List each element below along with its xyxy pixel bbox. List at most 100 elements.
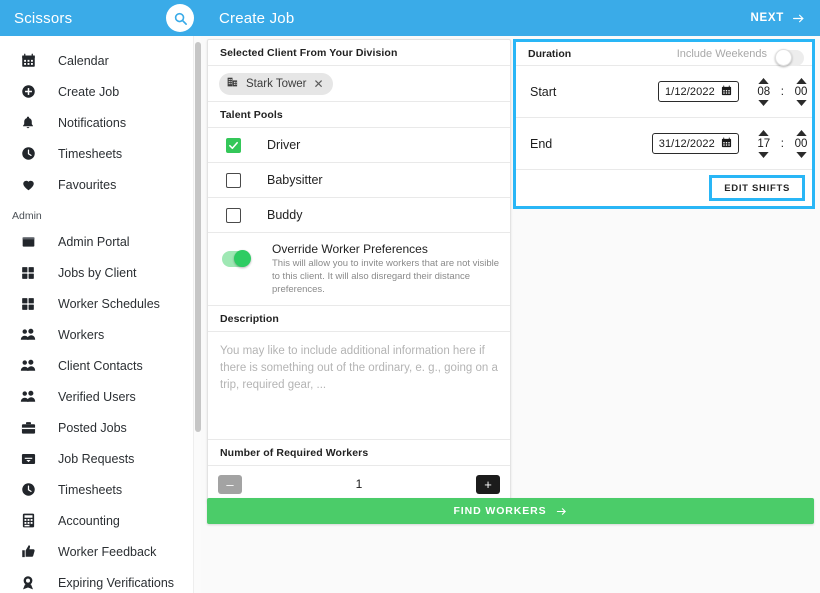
sidebar-item-label: Timesheets (58, 483, 122, 497)
start-hour-value: 08 (757, 86, 770, 98)
duration-panel-highlight: Duration Include Weekends Start 1/12/202… (513, 39, 815, 209)
window-icon (16, 230, 40, 254)
clock-icon (16, 142, 40, 166)
end-hour-value: 17 (757, 138, 770, 150)
plus-circle-icon (16, 80, 40, 104)
calendar-icon (721, 83, 732, 101)
clock-icon (16, 478, 40, 502)
chevron-down-icon[interactable] (758, 152, 769, 158)
next-button[interactable]: NEXT (751, 0, 806, 36)
checkbox-driver[interactable] (226, 138, 241, 153)
client-chip-label: Stark Tower (246, 78, 307, 90)
sidebar-item-client-contacts[interactable]: Client Contacts (0, 350, 193, 381)
decrement-workers-button[interactable]: – (218, 475, 242, 494)
start-minute-value: 00 (795, 86, 808, 98)
sidebar-item-workers[interactable]: Workers (0, 319, 193, 350)
start-date-value: 1/12/2022 (665, 86, 715, 98)
selected-client-row: Stark Tower ✕ (208, 66, 510, 102)
start-row: Start 1/12/2022 (516, 66, 812, 118)
close-icon[interactable]: ✕ (314, 78, 324, 90)
people-icon (16, 323, 40, 347)
sidebar-item-timesheets[interactable]: Timesheets (0, 138, 193, 169)
edit-shifts-button[interactable]: EDIT SHIFTS (712, 178, 802, 198)
override-preferences-row: Override Worker Preferences This will al… (208, 233, 510, 306)
sidebar-item-label: Worker Feedback (58, 545, 156, 559)
calculator-icon (16, 509, 40, 533)
start-date-input[interactable]: 1/12/2022 (658, 81, 739, 102)
duration-header: Duration Include Weekends (516, 42, 812, 66)
search-icon (173, 11, 188, 26)
start-time-separator: : (781, 86, 784, 98)
grid-icon (16, 261, 40, 285)
sidebar-item-favourites[interactable]: Favourites (0, 169, 193, 200)
app-brand: Scissors (14, 10, 72, 27)
sidebar-item-label: Timesheets (58, 147, 122, 161)
description-placeholder: You may like to include additional infor… (220, 343, 498, 393)
sidebar-item-verified-users[interactable]: Verified Users (0, 381, 193, 412)
next-button-label: NEXT (751, 12, 784, 24)
client-chip-stark-tower[interactable]: Stark Tower ✕ (219, 73, 333, 95)
include-weekends-toggle[interactable] (776, 50, 804, 66)
sidebar-item-create-job[interactable]: Create Job (0, 76, 193, 107)
sidebar-item-accounting[interactable]: Accounting (0, 505, 193, 536)
sidebar-nav[interactable]: Calendar Create Job Notifications (0, 36, 193, 593)
sidebar-item-job-requests[interactable]: Job Requests (0, 443, 193, 474)
sidebar-top-spacer (0, 36, 193, 45)
sidebar-item-admin-portal[interactable]: Admin Portal (0, 226, 193, 257)
sidebar-scrollbar[interactable] (193, 36, 201, 593)
sidebar-item-label: Job Requests (58, 452, 134, 466)
sidebar-item-label: Favourites (58, 178, 116, 192)
find-workers-button[interactable]: FIND WORKERS (207, 498, 814, 524)
sidebar-item-jobs-by-client[interactable]: Jobs by Client (0, 257, 193, 288)
chevron-down-icon[interactable] (796, 100, 807, 106)
start-time-group: 08 : 00 (753, 78, 812, 106)
description-title: Description (208, 306, 510, 332)
end-date-value: 31/12/2022 (659, 138, 715, 150)
override-preferences-toggle[interactable] (222, 251, 250, 267)
end-date-input[interactable]: 31/12/2022 (652, 133, 739, 154)
sidebar-item-expiring-verifications[interactable]: Expiring Verifications (0, 567, 193, 593)
sidebar-item-worker-feedback[interactable]: Worker Feedback (0, 536, 193, 567)
find-workers-label: FIND WORKERS (453, 505, 546, 517)
briefcase-icon (16, 416, 40, 440)
sidebar-item-posted-jobs[interactable]: Posted Jobs (0, 412, 193, 443)
sidebar-item-label: Workers (58, 328, 104, 342)
chevron-up-icon[interactable] (758, 78, 769, 84)
sidebar-item-label: Client Contacts (58, 359, 143, 373)
end-minute-value: 00 (795, 138, 808, 150)
sidebar-section-admin: Admin (0, 200, 193, 226)
end-hour-spinner[interactable]: 17 (753, 130, 775, 158)
building-icon (226, 75, 239, 93)
end-minute-spinner[interactable]: 00 (790, 130, 812, 158)
sidebar-item-label: Calendar (58, 54, 109, 68)
sidebar-item-worker-schedules[interactable]: Worker Schedules (0, 288, 193, 319)
start-hour-spinner[interactable]: 08 (753, 78, 775, 106)
sidebar-item-label: Posted Jobs (58, 421, 127, 435)
increment-workers-button[interactable]: + (476, 475, 500, 494)
chevron-up-icon[interactable] (758, 130, 769, 136)
sidebar-item-calendar[interactable]: Calendar (0, 45, 193, 76)
talent-pool-row-babysitter[interactable]: Babysitter (208, 163, 510, 198)
talent-pool-row-buddy[interactable]: Buddy (208, 198, 510, 233)
required-workers-title: Number of Required Workers (208, 440, 510, 466)
talent-pool-row-driver[interactable]: Driver (208, 128, 510, 163)
checkbox-babysitter[interactable] (226, 173, 241, 188)
badge-icon (16, 571, 40, 593)
people-icon (16, 354, 40, 378)
override-title: Override Worker Preferences (272, 242, 500, 256)
chevron-up-icon[interactable] (796, 78, 807, 84)
chevron-down-icon[interactable] (796, 152, 807, 158)
inbox-icon (16, 447, 40, 471)
end-label: End (530, 137, 652, 151)
include-weekends-group: Include Weekends (677, 41, 804, 66)
sidebar-item-notifications[interactable]: Notifications (0, 107, 193, 138)
client-section-title: Selected Client From Your Division (208, 40, 510, 66)
start-minute-spinner[interactable]: 00 (790, 78, 812, 106)
search-button[interactable] (166, 4, 194, 32)
sidebar-item-timesheets-admin[interactable]: Timesheets (0, 474, 193, 505)
description-input[interactable]: You may like to include additional infor… (208, 332, 510, 440)
chevron-up-icon[interactable] (796, 130, 807, 136)
checkbox-buddy[interactable] (226, 208, 241, 223)
chevron-down-icon[interactable] (758, 100, 769, 106)
app-root: Scissors Create Job NEXT (0, 0, 820, 593)
